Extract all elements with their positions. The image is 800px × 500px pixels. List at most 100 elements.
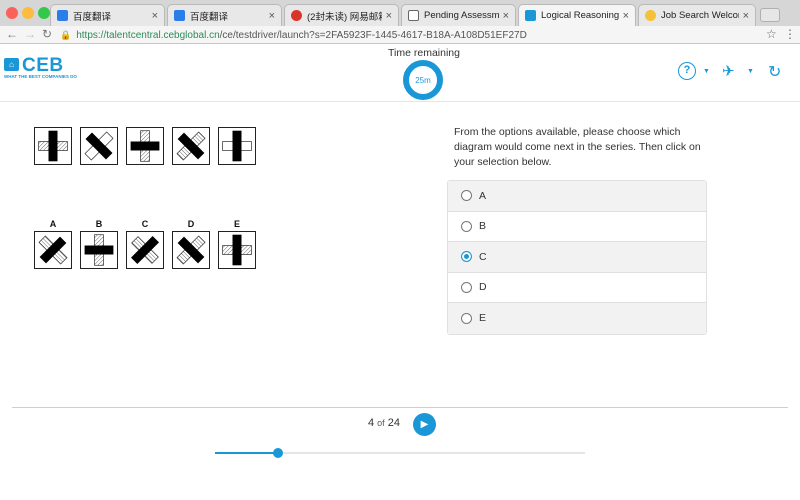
option-b[interactable]: B xyxy=(448,212,706,242)
tab-title: 百度翻译 xyxy=(73,11,112,23)
reload-icon[interactable]: ↻ xyxy=(42,27,52,41)
current-question: 4 xyxy=(367,417,375,429)
series-figure-2 xyxy=(80,127,118,165)
play-icon: ▶ xyxy=(420,419,429,430)
question-text: From the options available, please choos… xyxy=(454,126,701,168)
browser-tab-active[interactable]: Logical Reasoning test × xyxy=(518,4,636,26)
rotated-cross-icon xyxy=(130,235,160,265)
browser-tab[interactable]: 百度翻译 × xyxy=(50,4,165,26)
rotated-cross-icon xyxy=(176,131,206,161)
bookmark-star-icon[interactable]: ☆ xyxy=(766,27,777,41)
timer-label: Time remaining xyxy=(388,47,460,59)
plus-shape-icon xyxy=(222,130,252,162)
total-questions: 24 xyxy=(387,417,400,429)
plus-shape-icon xyxy=(130,130,160,162)
of-text: of xyxy=(377,418,385,428)
answer-figure-e xyxy=(218,231,256,269)
maximize-window-button[interactable] xyxy=(38,7,50,19)
progress-fill xyxy=(215,452,278,454)
answer-figure-c xyxy=(126,231,164,269)
option-e[interactable]: E xyxy=(448,303,706,334)
plus-shape-icon xyxy=(38,130,68,162)
url-path: /ce/testdriver/launch?s=2FA5923F-1445-46… xyxy=(219,29,527,41)
lock-icon: 🔒 xyxy=(60,29,72,40)
option-a[interactable]: A xyxy=(448,181,706,212)
browser-tab[interactable]: (2封未读) 网易邮箱6.0版 × xyxy=(284,4,399,26)
back-arrow-icon[interactable]: ← xyxy=(6,27,18,41)
rotated-cross-icon xyxy=(38,235,68,265)
answer-figure-a xyxy=(34,231,72,269)
timer-ring: 25m xyxy=(403,60,443,100)
radio-button[interactable] xyxy=(461,281,472,293)
logo-tagline: WHAT THE BEST COMPANIES DO xyxy=(4,74,77,79)
progress-track xyxy=(215,448,585,458)
option-label: E xyxy=(479,312,487,325)
answer-label-a: A xyxy=(49,219,57,229)
option-label: A xyxy=(479,189,487,202)
plus-shape-icon xyxy=(84,234,114,266)
page-header: ⌂ CEB WHAT THE BEST COMPANIES DO Time re… xyxy=(0,44,800,102)
rotated-cross-icon xyxy=(84,131,114,161)
accessibility-icon[interactable]: ✈ xyxy=(722,62,735,80)
option-label: D xyxy=(479,281,487,294)
option-d[interactable]: D xyxy=(448,273,706,303)
option-label: C xyxy=(479,250,487,263)
address-bar-row: ← → ↻ 🔒 https://talentcentral.cebglobal.… xyxy=(0,26,800,44)
answer-options: A B C D E xyxy=(447,180,707,335)
ceb-logo-icon: ⌂ xyxy=(4,58,19,71)
option-label: B xyxy=(479,220,487,233)
rotated-cross-icon xyxy=(176,235,206,265)
series-figure-4 xyxy=(172,127,210,165)
chevron-down-icon[interactable]: ▼ xyxy=(703,68,710,75)
question-counter: 4 of 24 xyxy=(340,417,400,429)
series-figure-3 xyxy=(126,127,164,165)
answer-figure-d xyxy=(172,231,210,269)
ceb-icon xyxy=(525,10,536,21)
close-window-button[interactable] xyxy=(6,7,18,19)
url-field[interactable]: 🔒 https://talentcentral.cebglobal.cn /ce… xyxy=(60,28,760,42)
footer-divider xyxy=(12,407,788,408)
timer-value: 25m xyxy=(415,75,431,85)
new-tab-button[interactable] xyxy=(760,8,780,22)
tab-title: Pending Assessments xyxy=(424,10,499,21)
tab-title: 百度翻译 xyxy=(190,11,229,23)
series-figure-1 xyxy=(34,127,72,165)
browser-menu-icon[interactable]: ⋮ xyxy=(784,27,796,41)
close-icon[interactable]: × xyxy=(386,10,392,22)
netease-mail-icon xyxy=(291,10,302,21)
answer-label-b: B xyxy=(95,219,103,229)
answer-figure-b xyxy=(80,231,118,269)
close-icon[interactable]: × xyxy=(269,10,275,22)
radio-button[interactable] xyxy=(461,312,472,324)
close-icon[interactable]: × xyxy=(503,10,509,22)
document-icon xyxy=(408,10,419,21)
browser-chrome: 百度翻译 × 百度翻译 × (2封未读) 网易邮箱6.0版 × Pending … xyxy=(0,0,800,44)
answer-label-e: E xyxy=(233,219,240,229)
close-icon[interactable]: × xyxy=(743,10,749,22)
url-host: https://talentcentral.cebglobal.cn xyxy=(76,29,220,41)
close-icon[interactable]: × xyxy=(152,10,158,22)
minimize-window-button[interactable] xyxy=(22,7,34,19)
answer-label-c: C xyxy=(141,219,149,229)
logout-icon[interactable]: ↻ xyxy=(768,62,781,82)
option-c[interactable]: C xyxy=(448,242,706,273)
next-button[interactable]: ▶ xyxy=(413,413,436,436)
radio-button[interactable] xyxy=(461,190,472,202)
browser-tab[interactable]: 百度翻译 × xyxy=(167,4,282,26)
progress-knob xyxy=(273,448,283,458)
baidu-translate-icon xyxy=(174,10,185,21)
help-icon[interactable]: ? xyxy=(678,62,696,80)
baidu-translate-icon xyxy=(57,10,68,21)
close-icon[interactable]: × xyxy=(623,10,629,22)
bulb-icon xyxy=(645,10,656,21)
browser-tab[interactable]: Job Search Welcome × xyxy=(638,4,756,26)
forward-arrow-icon[interactable]: → xyxy=(24,27,36,41)
browser-tab[interactable]: Pending Assessments × xyxy=(401,4,516,26)
chevron-down-icon[interactable]: ▼ xyxy=(747,68,754,75)
tab-title: Job Search Welcome xyxy=(661,10,739,21)
plus-shape-icon xyxy=(222,234,252,266)
radio-button[interactable] xyxy=(461,220,472,232)
tab-title: (2封未读) 网易邮箱6.0版 xyxy=(307,11,382,23)
tab-strip: 百度翻译 × 百度翻译 × (2封未读) 网易邮箱6.0版 × Pending … xyxy=(0,0,800,26)
radio-button-selected[interactable] xyxy=(461,251,472,263)
